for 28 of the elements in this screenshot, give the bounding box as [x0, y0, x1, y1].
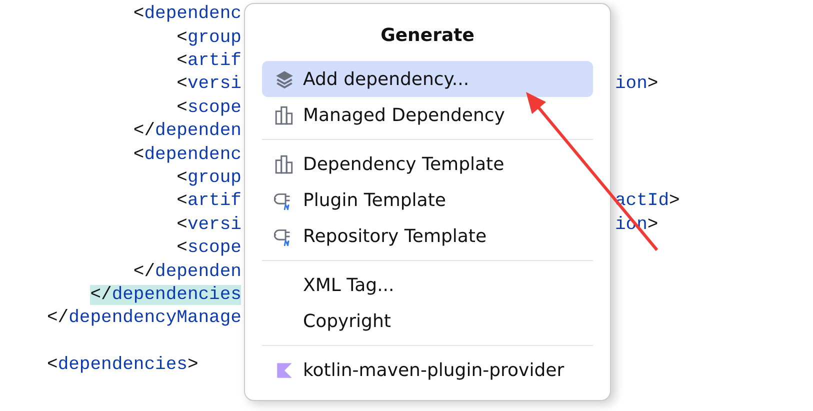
- popup-title: Generate: [380, 24, 476, 48]
- menu-item[interactable]: Managed Dependency: [262, 97, 593, 133]
- code-line: </dependen: [133, 262, 242, 282]
- code-line: </dependencyManage: [47, 308, 242, 328]
- code-fragment: ion>: [615, 73, 658, 96]
- menu-item[interactable]: Dependency Template: [262, 146, 593, 182]
- menu-item[interactable]: kotlin-maven-plugin-provider: [262, 352, 593, 388]
- code-line: </dependen: [133, 121, 242, 142]
- code-line: <scope: [176, 238, 242, 258]
- code-line: <versi: [176, 74, 242, 94]
- menu-item[interactable]: Repository Template: [262, 218, 593, 254]
- code-line: <artif: [176, 50, 242, 71]
- code-line: <dependencies>: [47, 355, 198, 376]
- menu-item[interactable]: Copyright: [262, 303, 593, 339]
- bar-chart-icon: [274, 104, 295, 126]
- menu-item[interactable]: Add dependency...: [262, 61, 593, 97]
- code-fragment: actId>: [615, 190, 680, 214]
- code-line: <artif: [176, 191, 242, 212]
- menu-item[interactable]: Plugin Template: [262, 182, 593, 218]
- code-line: <dependenc: [133, 4, 242, 24]
- code-line: <group: [176, 28, 242, 48]
- layers-icon: [274, 68, 295, 90]
- code-line: <dependenc: [133, 144, 242, 165]
- bar-chart-icon: [274, 154, 295, 174]
- code-line: <group: [176, 168, 242, 188]
- menu-item[interactable]: XML Tag...: [262, 267, 593, 303]
- code-line: <versi: [176, 214, 242, 235]
- code-line: <scope: [176, 98, 242, 118]
